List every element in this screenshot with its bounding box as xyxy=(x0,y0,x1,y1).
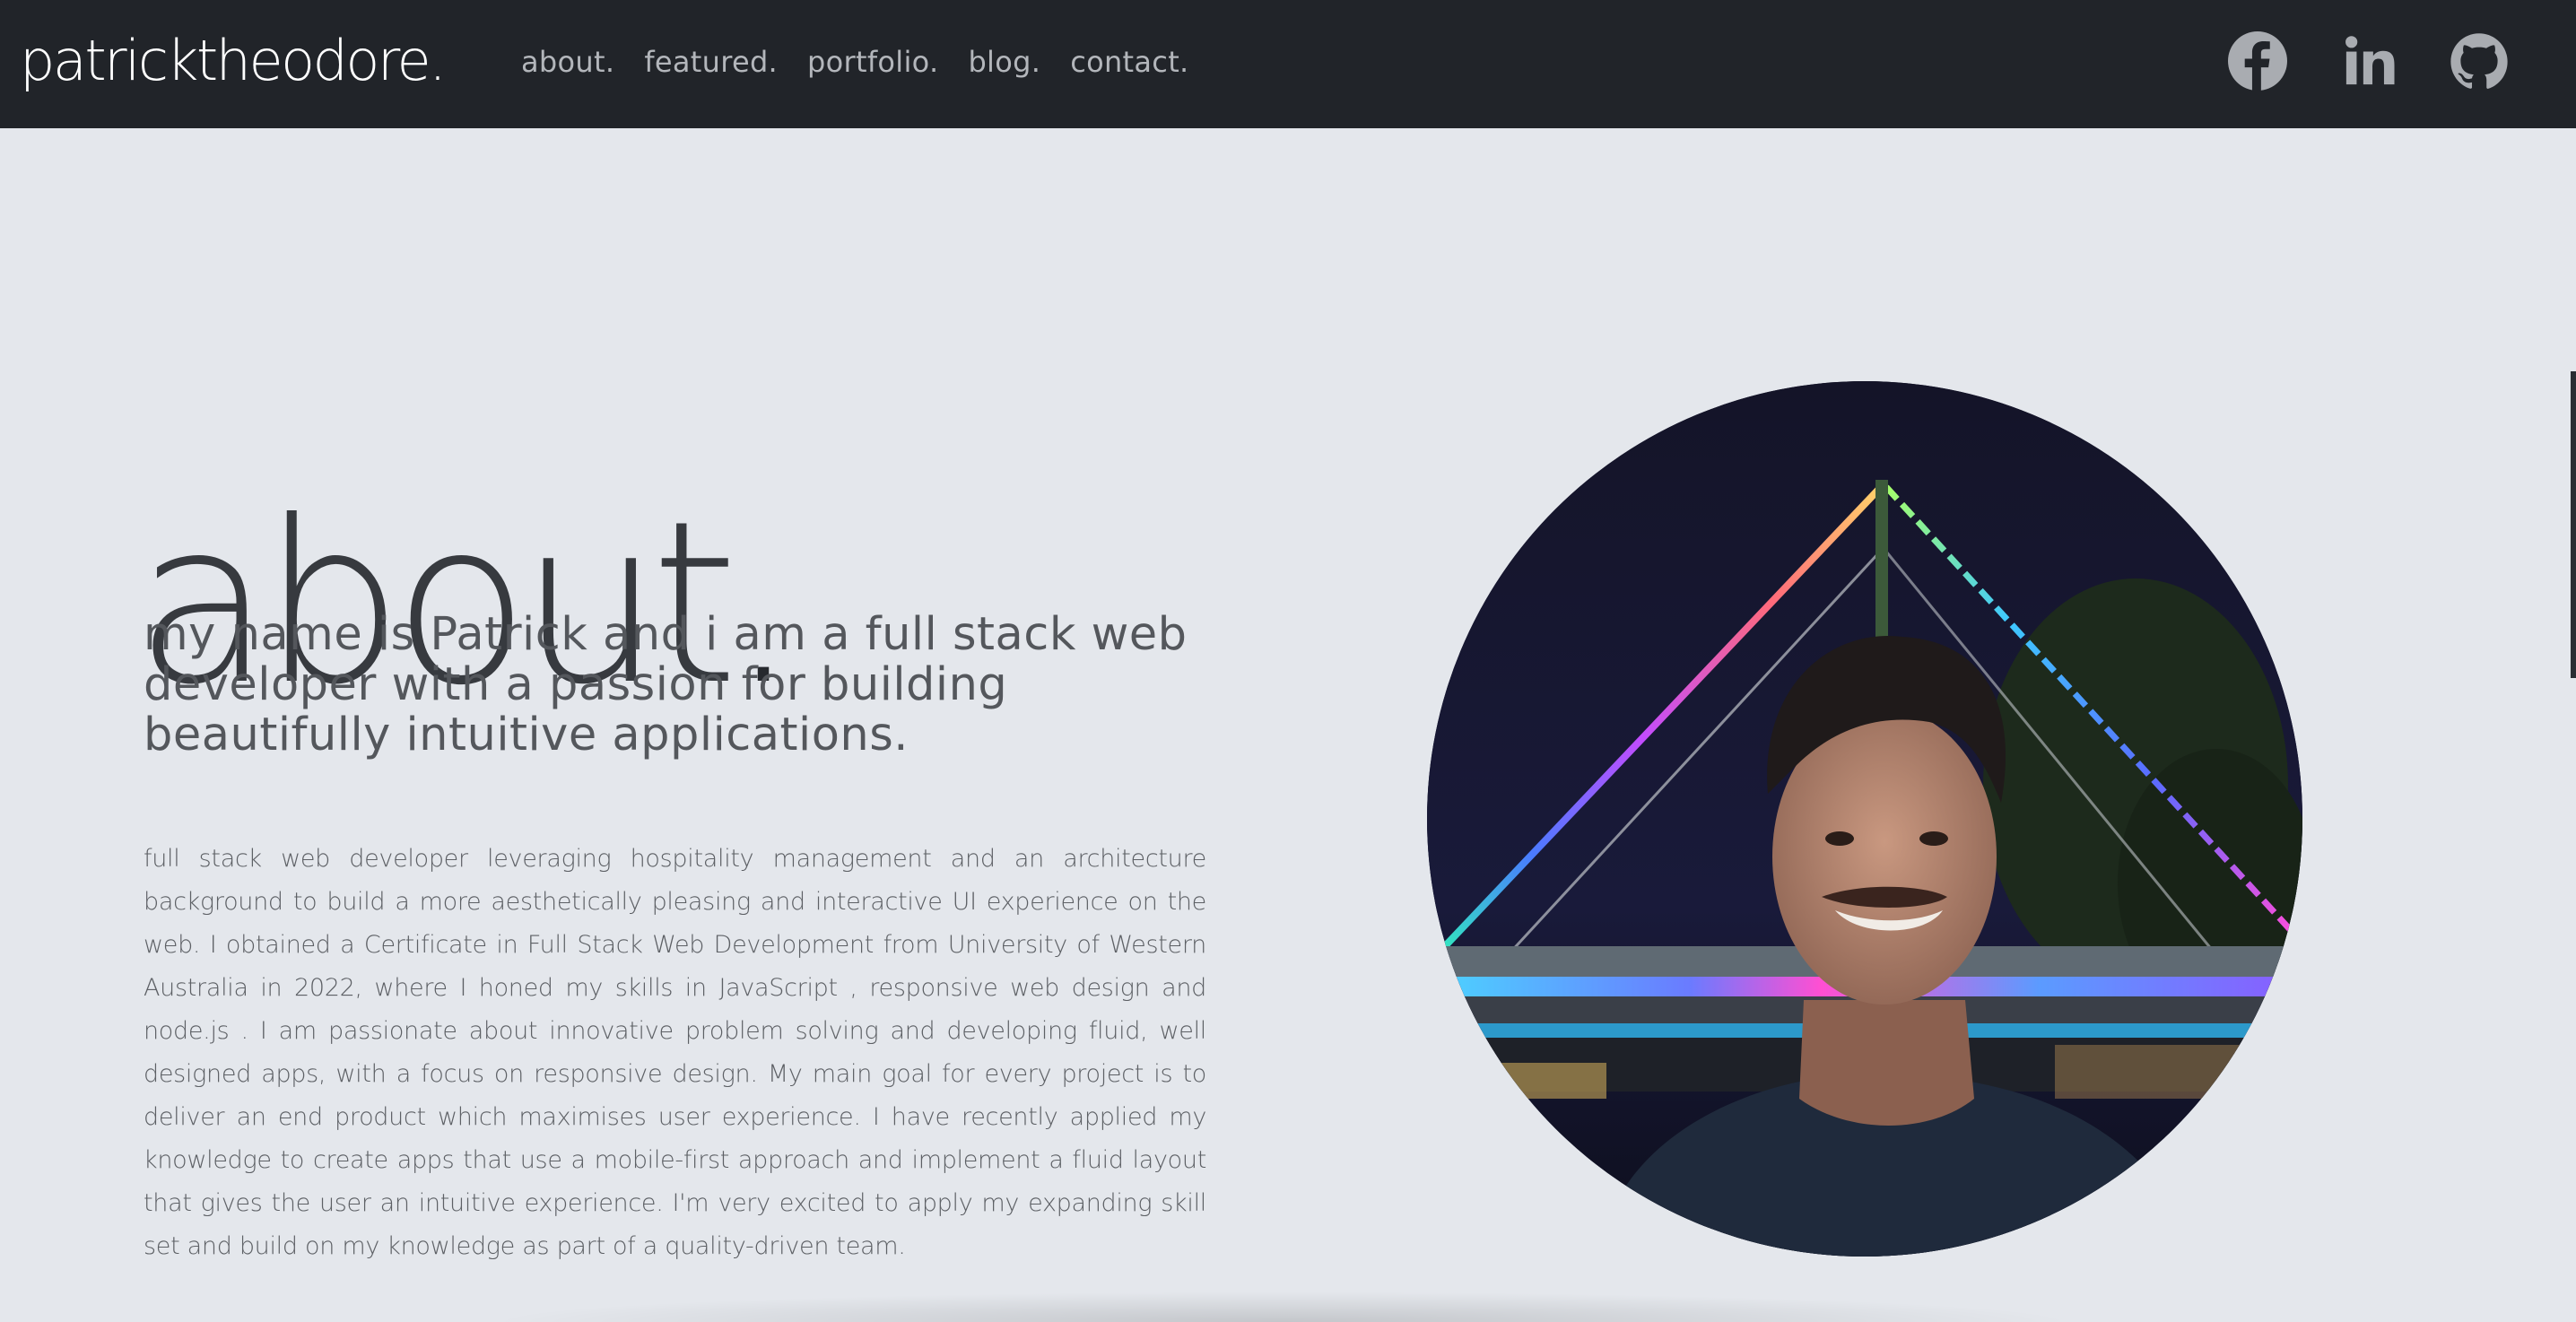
profile-photo xyxy=(1427,381,2302,1257)
main-nav: about. featured. portfolio. blog. contac… xyxy=(521,39,1219,84)
site-logo[interactable]: patricktheodore. xyxy=(20,25,447,97)
section-divider-shadow xyxy=(484,1292,2081,1322)
about-tagline: my name is Patrick and i am a full stack… xyxy=(144,608,1188,761)
nav-link-portfolio[interactable]: portfolio. xyxy=(807,45,938,79)
nav-link-about[interactable]: about. xyxy=(521,45,614,79)
top-navbar: patricktheodore. about. featured. portfo… xyxy=(0,0,2576,128)
nav-link-blog[interactable]: blog. xyxy=(968,45,1040,79)
github-icon[interactable] xyxy=(2450,31,2509,91)
facebook-icon[interactable] xyxy=(2228,31,2287,91)
about-bio: full stack web developer leveraging hosp… xyxy=(144,845,1206,1260)
scroll-position-indicator[interactable] xyxy=(2571,371,2576,678)
nav-link-contact[interactable]: contact. xyxy=(1070,45,1188,79)
nav-link-featured[interactable]: featured. xyxy=(644,45,778,79)
linkedin-icon[interactable] xyxy=(2340,31,2399,91)
